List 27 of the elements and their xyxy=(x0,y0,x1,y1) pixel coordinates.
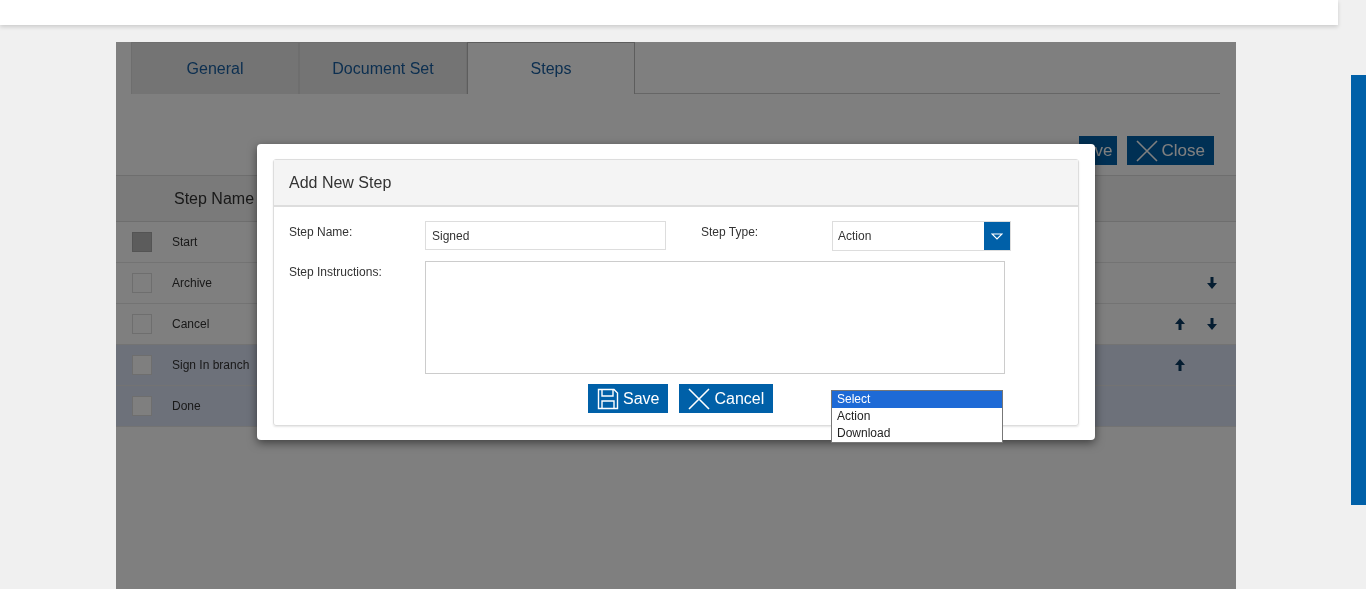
cancel-button[interactable]: Cancel xyxy=(679,384,774,413)
tab[interactable]: Steps xyxy=(467,42,635,94)
up-arrow-icon[interactable] xyxy=(1175,318,1185,330)
field-label: Step Type: xyxy=(701,224,760,239)
close-button[interactable]: Close xyxy=(1126,136,1214,165)
step-name: Sign In branch xyxy=(172,358,250,372)
step-name: Cancel xyxy=(172,317,210,331)
dropdown-icon xyxy=(991,232,1003,240)
dropdown-option[interactable]: Download xyxy=(832,425,1002,442)
instructions-field[interactable] xyxy=(425,261,1005,374)
down-arrow-icon[interactable] xyxy=(1207,277,1217,289)
step-name: Start xyxy=(172,235,198,249)
field-label: Step Name: xyxy=(289,224,354,239)
column-header: Step Name xyxy=(174,189,255,208)
save-button[interactable]: Save xyxy=(588,384,669,413)
step-name: Done xyxy=(172,399,201,413)
step-type-select[interactable]: Action xyxy=(832,221,1011,251)
down-arrow-icon[interactable] xyxy=(1207,318,1217,330)
close-icon xyxy=(688,387,711,410)
dropdown-option[interactable]: Action xyxy=(832,408,1002,425)
step-name: Archive xyxy=(172,276,212,290)
dialog-title: Add New Step xyxy=(289,173,392,192)
field-label: Step Instructions: xyxy=(289,264,383,279)
close-icon xyxy=(1135,139,1158,162)
step-name-field[interactable]: Signed xyxy=(425,221,666,250)
dropdown-option[interactable]: Select xyxy=(832,391,1002,408)
up-arrow-icon[interactable] xyxy=(1175,359,1185,371)
